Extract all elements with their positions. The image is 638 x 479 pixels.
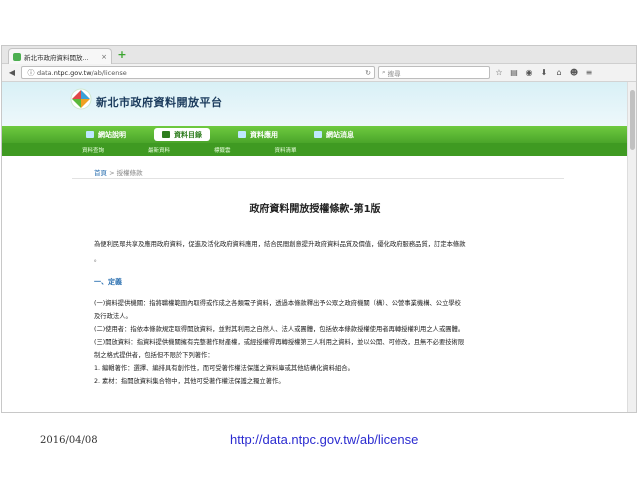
chat-icon[interactable]: ☻ — [568, 67, 580, 79]
star-icon[interactable]: ☆ — [493, 67, 505, 79]
slide-date: 2016/04/08 — [40, 435, 98, 446]
breadcrumb-home-link[interactable]: 首頁 — [94, 169, 107, 177]
nav-item-site-info[interactable]: 網站說明 — [78, 128, 134, 141]
paragraph: 制之格式提供者，包括但不限於下列著作： — [94, 352, 214, 359]
paragraph: 及行政法人。 — [94, 313, 132, 320]
bookmarks-icon[interactable]: ▤ — [508, 67, 520, 79]
section-heading: 一、定義 — [94, 278, 122, 286]
paragraph: 1. 編輯著作：選擇、編排具有創作性，而可受著作權法保護之資料庫或其他結構化資料… — [94, 365, 354, 372]
breadcrumb-current: 授權條款 — [116, 169, 143, 177]
nav-item-data-apps[interactable]: 資料應用 — [230, 128, 286, 141]
search-icon: ⌕ — [382, 68, 386, 76]
monitor-icon — [162, 131, 170, 138]
search-placeholder: 搜尋 — [387, 69, 401, 78]
new-tab-button[interactable]: + — [116, 49, 128, 61]
slide-url: http://data.ntpc.gov.tw/ab/license — [230, 432, 419, 447]
site-header: 新北市政府資料開放平台 — [2, 82, 628, 126]
breadcrumb-divider — [72, 178, 564, 179]
document-title: 政府資料開放授權條款-第1版 — [249, 204, 381, 215]
browser-window: 新北市政府資料開放... × + ◀ ⓘ data.ntpc.gov.tw/ab… — [1, 45, 637, 413]
menu-icon[interactable]: ≡ — [583, 67, 595, 79]
nav-item-news[interactable]: 網站消息 — [306, 128, 362, 141]
subnav-item-tag-cloud[interactable]: 標籤雲 — [214, 146, 231, 154]
main-nav: 網站說明 資料目錄 資料應用 網站消息 — [2, 126, 628, 143]
url-bar[interactable]: ⓘ data.ntpc.gov.tw/ab/license ↻ — [21, 66, 375, 79]
web-page: 新北市政府資料開放平台 網站說明 資料目錄 資料應用 網站消息 資料查詢 最新資… — [2, 82, 628, 412]
info-icon[interactable]: ⓘ — [25, 67, 37, 79]
subnav-item-latest-data[interactable]: 最新資料 — [148, 146, 170, 154]
reload-icon[interactable]: ↻ — [365, 69, 371, 77]
breadcrumb: 首頁 > 授權條款 — [94, 167, 143, 177]
search-bar[interactable]: ⌕ 搜尋 — [378, 66, 490, 79]
tab-close-icon[interactable]: × — [101, 53, 107, 61]
document-lead-end: 。 — [94, 256, 101, 263]
navigation-toolbar: ◀ ⓘ data.ntpc.gov.tw/ab/license ↻ ⌕ 搜尋 ☆… — [2, 64, 636, 82]
news-icon — [314, 131, 322, 138]
paragraph: 2. 素材：指開放資料集合物中，其他可受著作權法保護之獨立著作。 — [94, 378, 285, 385]
page-scrollbar[interactable] — [627, 82, 636, 412]
browser-tab[interactable]: 新北市政府資料開放... × — [8, 48, 112, 64]
site-favicon-icon — [13, 52, 21, 61]
tab-title: 新北市政府資料開放... — [24, 53, 89, 62]
site-logo-icon[interactable] — [70, 88, 92, 110]
url-text: data.ntpc.gov.tw/ab/license — [37, 68, 127, 77]
subnav-item-data-list[interactable]: 資料清單 — [275, 146, 297, 154]
paragraph: (三)開放資料：指資料提供機關擁有完整著作財產權，或經授權得再轉授權第三人利用之… — [94, 339, 465, 346]
home-icon[interactable]: ⌂ — [553, 67, 565, 79]
cloud-icon — [238, 131, 246, 138]
download-icon[interactable]: ⬇ — [538, 67, 550, 79]
nav-item-data-catalog[interactable]: 資料目錄 — [154, 128, 210, 141]
sub-nav: 資料查詢 最新資料 標籤雲 資料清單 — [2, 143, 628, 156]
paragraph: (一)資料提供機關：指將職權範圍內取得或作成之各類電子資料，透過本條款釋出予公眾… — [94, 300, 461, 307]
site-title[interactable]: 新北市政府資料開放平台 — [96, 94, 223, 110]
pocket-icon[interactable]: ◉ — [523, 67, 535, 79]
subnav-item-data-query[interactable]: 資料查詢 — [82, 146, 104, 154]
breadcrumb-separator: > — [109, 169, 115, 177]
scrollbar-thumb[interactable] — [630, 90, 635, 150]
document-content: 為便利民眾共享及應用政府資料，促進及活化政府資料應用，結合民間創意提升政府資料品… — [94, 238, 574, 388]
tab-bar: 新北市政府資料開放... × + — [2, 46, 636, 64]
back-icon[interactable]: ◀ — [6, 67, 18, 79]
document-lead: 為便利民眾共享及應用政府資料，促進及活化政府資料應用，結合民間創意提升政府資料品… — [94, 241, 466, 248]
book-icon — [86, 131, 94, 138]
paragraph: (二)使用者：指依本條款規定取得開放資料，並對其利用之自然人、法人或團體，包括依… — [94, 326, 465, 333]
